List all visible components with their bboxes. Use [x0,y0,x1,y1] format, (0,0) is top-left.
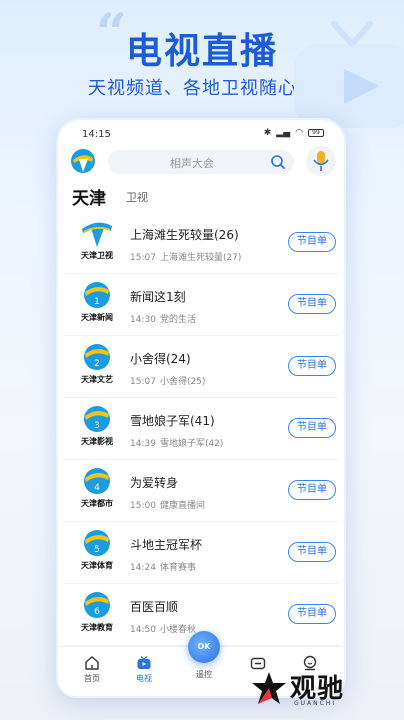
current-program: 上海滩生死较量(26) [130,228,239,242]
brand-subtitle: GUANCHI [294,700,337,707]
nav-home-label: 首页 [84,674,100,683]
schedule-button[interactable]: 节目单 [288,356,336,376]
nav-tv[interactable]: 电视 [124,655,164,684]
voice-search-button[interactable] [306,146,336,176]
channel-logo: 4 天津都市 [72,466,122,514]
tab-satellite[interactable]: 卫视 [126,189,148,205]
next-program: 15:07 上海滩生死较量(27) [130,253,242,263]
phone-mockup: 14:15 ✱ ▂▄ ◠ 99 相声大会 天津 卫视 天津卫视 上海滩生死较量(… [56,118,346,698]
svg-text:3: 3 [94,421,100,431]
channel-logo-icon: 2 [84,344,110,370]
search-placeholder: 相声大会 [170,157,214,170]
channel-logo: 3 天津影视 [72,404,122,452]
region-title[interactable]: 天津 [72,184,106,209]
channel-logo-icon: 5 [84,530,110,556]
nav-remote-label[interactable]: 遥控 [188,669,220,680]
next-program: 15:07 小舍得(25) [130,377,206,387]
home-icon [85,656,99,670]
channel-logo-icon: 4 [84,468,110,494]
channel-logo-name: 天津新闻 [81,313,113,322]
channel-logo-icon: 1 [84,282,110,308]
current-program: 斗地主冠军杯 [130,538,203,552]
schedule-button[interactable]: 节目单 [288,480,336,500]
current-program: 百医百顺 [130,600,179,614]
channel-logo: 5 天津体育 [72,528,122,576]
next-program: 15:00 健康直播间 [130,501,205,511]
channel-row[interactable]: 3 天津影视 雪地娘子军(41) 14:39 雪地娘子军(42) 节目单 [64,398,338,460]
channel-logo: 天津卫视 [72,218,122,266]
svg-text:2: 2 [94,359,100,369]
channel-logo-icon: 6 [84,592,110,618]
channel-logo-icon: 3 [84,406,110,432]
brand-watermark: 观驰 GUANCHI [250,668,360,708]
current-program: 新闻这1刻 [130,290,186,304]
channel-logo: 2 天津文艺 [72,342,122,390]
schedule-button[interactable]: 节目单 [288,542,336,562]
svg-text:1: 1 [94,297,100,307]
schedule-button[interactable]: 节目单 [288,294,336,314]
app-logo-icon[interactable] [70,148,96,174]
channel-row[interactable]: 2 天津文艺 小舍得(24) 15:07 小舍得(25) 节目单 [64,336,338,398]
channel-logo-name: 天津卫视 [81,251,113,260]
microphone-icon [313,151,329,171]
channel-logo: 6 天津教育 [72,590,122,638]
tv-decoration-icon [294,21,404,128]
schedule-button[interactable]: 节目单 [288,232,336,252]
svg-text:5: 5 [94,545,100,555]
current-program: 小舍得(24) [130,352,191,366]
schedule-button[interactable]: 节目单 [288,604,336,624]
svg-text:6: 6 [94,607,100,617]
channel-logo-name: 天津影视 [81,437,113,446]
remote-ok-button[interactable]: OK [188,631,220,663]
channel-logo-name: 天津教育 [81,623,113,632]
schedule-button[interactable]: 节目单 [288,418,336,438]
channel-logo-icon [82,222,112,247]
next-program: 14:24 体育赛事 [130,563,196,573]
battery-icon: 99 [308,129,324,137]
tv-icon [137,656,151,669]
next-program: 14:30 党的生活 [130,315,196,325]
wifi-icon: ◠ [295,128,303,138]
channel-logo-name: 天津文艺 [81,375,113,384]
status-bar: 14:15 ✱ ▂▄ ◠ 99 [58,126,344,144]
search-input[interactable]: 相声大会 [108,150,294,174]
channel-row[interactable]: 1 天津新闻 新闻这1刻 14:30 党的生活 节目单 [64,274,338,336]
signal-icon: ▂▄ [276,128,291,138]
bluetooth-icon: ✱ [263,128,272,138]
star-logo-icon [252,672,286,704]
channel-logo-name: 天津体育 [81,561,113,570]
channel-logo: 1 天津新闻 [72,280,122,328]
svg-text:4: 4 [94,483,100,493]
nav-home[interactable]: 首页 [72,655,112,684]
status-icons: ✱ ▂▄ ◠ 99 [264,128,324,138]
search-icon[interactable] [270,154,286,170]
channel-logo-name: 天津都市 [81,499,113,508]
next-program: 14:39 雪地娘子军(42) [130,439,224,449]
status-time: 14:15 [82,129,111,140]
channel-row[interactable]: 天津卫视 上海滩生死较量(26) 15:07 上海滩生死较量(27) 节目单 [64,212,338,274]
current-program: 为爱转身 [130,476,179,490]
current-program: 雪地娘子军(41) [130,414,215,428]
channel-row[interactable]: 5 天津体育 斗地主冠军杯 14:24 体育赛事 节目单 [64,522,338,584]
channel-row[interactable]: 4 天津都市 为爱转身 15:00 健康直播间 节目单 [64,460,338,522]
nav-tv-label: 电视 [136,674,152,683]
next-program: 14:50 小楼春秋 [130,625,196,635]
